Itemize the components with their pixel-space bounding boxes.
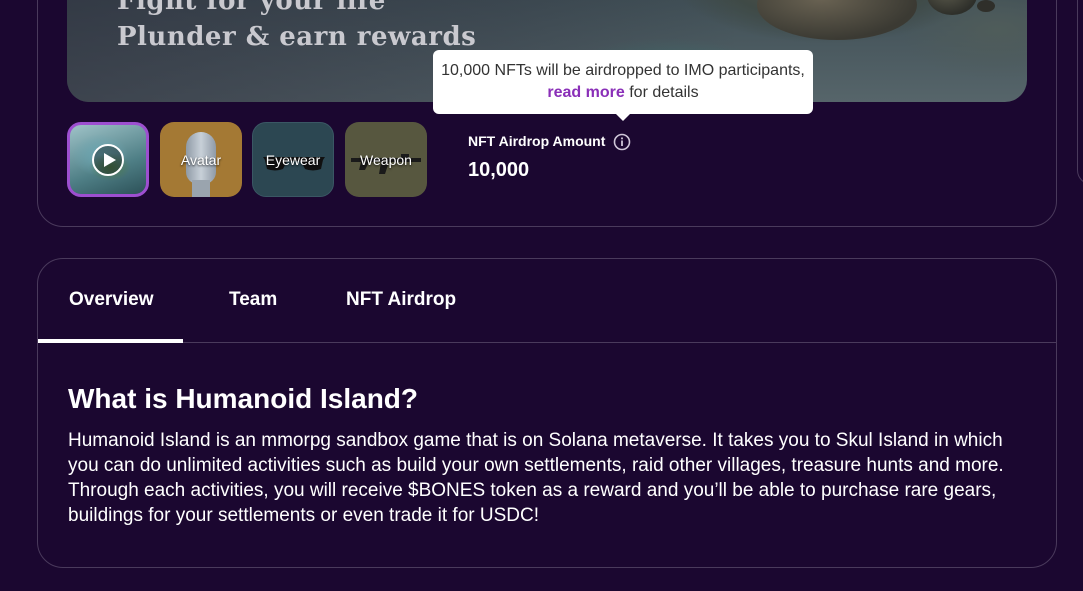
overview-body: Humanoid Island is an mmorpg sandbox gam… (68, 430, 1004, 526)
thumbnail-avatar[interactable]: Avatar (160, 122, 242, 197)
tooltip-text-end: for details (624, 84, 699, 101)
thumbnail-label-eyewear: Eyewear (265, 151, 321, 168)
play-icon[interactable] (92, 143, 124, 176)
thumbnail-label-avatar: Avatar (180, 151, 222, 168)
airdrop-amount-value: 10,000 (468, 159, 530, 181)
hero-tagline-2: Plunder & earn rewards (117, 22, 477, 52)
avatar-neck-image (192, 180, 210, 197)
thumbnail-video[interactable] (67, 122, 149, 197)
read-more-link[interactable]: read more (547, 84, 624, 101)
side-panel-edge (1077, 0, 1083, 185)
tab-team[interactable]: Team (229, 289, 277, 311)
hero-island-rock-small (927, 0, 977, 15)
tab-overview[interactable]: Overview (69, 289, 154, 311)
tooltip-text: 10,000 NFTs will be airdropped to IMO pa… (441, 62, 805, 79)
overview-title: What is Humanoid Island? (68, 383, 419, 414)
project-details-card: Overview Team NFT Airdrop What is Humano… (37, 258, 1057, 568)
thumbnail-label-weapon: Weapon (360, 151, 412, 168)
airdrop-info-tooltip: 10,000 NFTs will be airdropped to IMO pa… (433, 50, 813, 121)
active-tab-indicator (38, 339, 183, 343)
hero-tagline-1: Fight for your life (117, 0, 386, 16)
airdrop-amount-label: NFT Airdrop Amount (468, 133, 606, 149)
hero-island-rock-tiny (977, 0, 995, 12)
tab-nft-airdrop[interactable]: NFT Airdrop (346, 289, 456, 311)
hero-island-rock (757, 0, 917, 40)
page: Fight for your life Plunder & earn rewar… (0, 0, 1083, 591)
thumbnail-weapon[interactable]: Weapon (345, 122, 427, 197)
thumbnail-eyewear[interactable]: Eyewear (252, 122, 334, 197)
details-tabs: Overview Team NFT Airdrop (38, 259, 1056, 343)
info-icon[interactable] (613, 133, 631, 151)
